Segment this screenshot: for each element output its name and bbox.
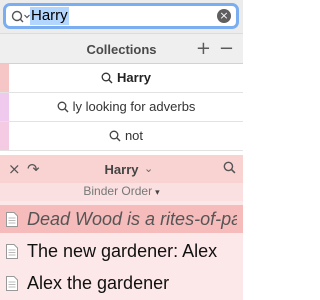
binder-header: × ↷ Harry ⌄ [0,155,243,183]
collection-color-swatch [0,122,9,150]
list-item[interactable]: Alex the gardener [0,269,243,297]
remove-collection-button[interactable]: − [219,38,234,59]
collection-label: ly looking for adverbs [72,99,196,114]
document-title: The new gardener: Alex [27,241,218,261]
collections-header: Collections + − [0,33,243,64]
collection-item-harry[interactable]: Harry [0,64,243,93]
collection-item-not[interactable]: not [0,122,243,151]
collection-label: Harry [117,70,151,85]
list-item[interactable]: The new gardener: Alex [0,237,243,265]
binder-order-selector[interactable]: Binder Order ▾ [0,183,243,201]
chevron-down-icon: ▾ [155,188,160,198]
search-collection-icon [101,72,113,84]
document-icon [6,212,18,227]
collection-item-adverbs[interactable]: ly looking for adverbs [0,93,243,122]
chevron-down-icon[interactable]: ⌄ [144,162,153,175]
search-input[interactable]: Harry × [3,3,239,29]
search-value[interactable]: Harry [30,7,69,25]
collection-label: not [124,128,144,143]
search-icon[interactable] [11,9,31,25]
search-collection-icon [57,101,69,113]
binder-order-label: Binder Order [83,184,153,198]
search-icon[interactable] [223,161,236,174]
search-bar: Harry × [0,0,243,33]
document-title: Dead Wood is a rites-of-passage story [27,209,237,229]
add-collection-button[interactable]: + [196,38,211,59]
binder-title[interactable]: Harry [0,162,243,177]
collection-color-swatch [0,64,9,92]
document-title: Alex the gardener [27,273,170,293]
clear-circle-icon[interactable]: × [217,9,231,23]
collection-color-swatch [0,93,9,121]
binder-list: Dead Wood is a rites-of-passage story Th… [0,201,243,300]
search-collection-icon [109,130,121,142]
document-icon [6,276,18,291]
document-icon [6,244,18,259]
list-item[interactable]: Dead Wood is a rites-of-passage story [0,205,243,233]
